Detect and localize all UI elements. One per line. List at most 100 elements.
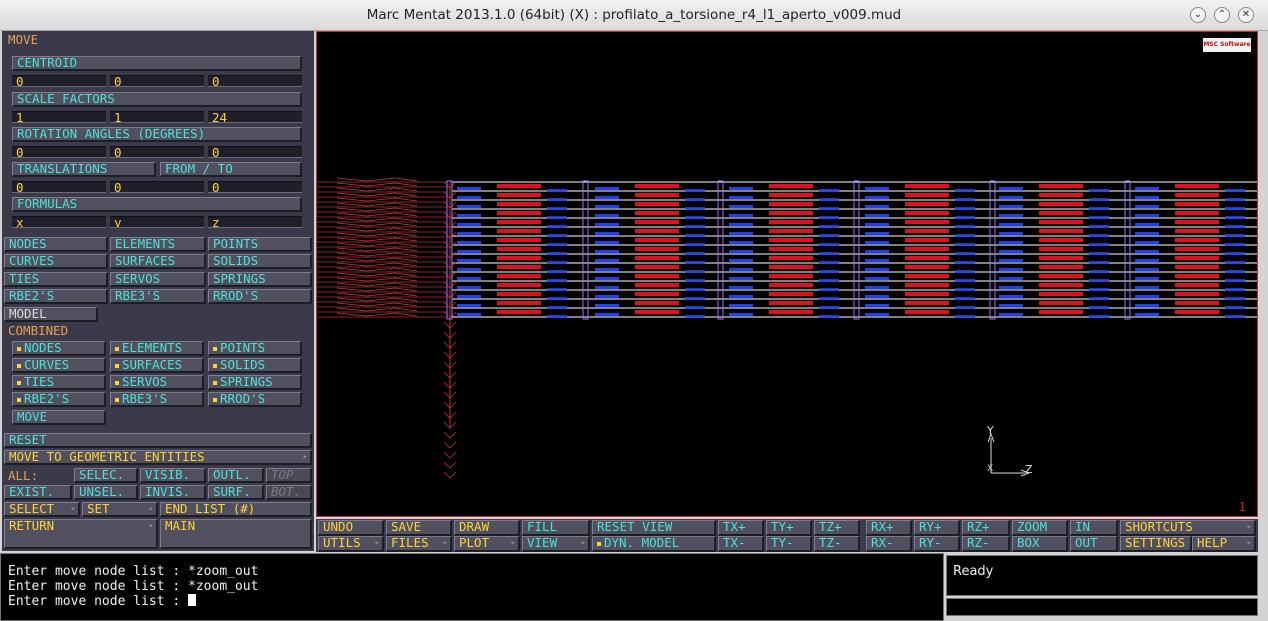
all-invisible-button[interactable]: INVIS. bbox=[140, 485, 206, 500]
shortcuts-button[interactable]: SHORTCUTS bbox=[1120, 520, 1256, 536]
centroid-x-field[interactable]: 0 bbox=[12, 75, 106, 87]
view-button[interactable]: VIEW bbox=[522, 536, 590, 552]
set-button[interactable]: SET bbox=[82, 502, 158, 517]
from-to-button[interactable]: FROM / TO bbox=[160, 162, 302, 177]
all-unselected-button[interactable]: UNSEL. bbox=[74, 485, 138, 500]
combined-curves-button[interactable]: CURVES bbox=[12, 358, 106, 373]
scale-y-field[interactable]: 1 bbox=[110, 111, 204, 123]
all-selected-button[interactable]: SELEC. bbox=[74, 468, 138, 483]
all-outline-button[interactable]: OUTL. bbox=[208, 468, 264, 483]
combined-solids-button[interactable]: SOLIDS bbox=[208, 358, 302, 373]
viewport-number: 1 bbox=[1238, 500, 1246, 514]
move-button[interactable]: MOVE bbox=[12, 410, 106, 425]
rotation-z-field[interactable]: 0 bbox=[208, 146, 302, 158]
elements-button[interactable]: ELEMENTS bbox=[110, 237, 206, 252]
main-button[interactable]: MAIN bbox=[160, 519, 312, 549]
formula-x-field[interactable]: x bbox=[12, 216, 106, 228]
rotation-angles-button[interactable]: ROTATION ANGLES (DEGREES) bbox=[12, 127, 302, 142]
console-line: Enter move node list : *zoom_out bbox=[8, 579, 259, 594]
rbe3s-button[interactable]: RBE3'S bbox=[110, 289, 206, 304]
command-console[interactable]: Enter move node list : *zoom_out Enter m… bbox=[0, 553, 944, 621]
rx-plus-button[interactable]: RX+ bbox=[866, 520, 912, 536]
rrods-button[interactable]: RROD'S bbox=[208, 289, 312, 304]
ties-button[interactable]: TIES bbox=[4, 272, 108, 287]
fill-button[interactable]: FILL bbox=[522, 520, 590, 536]
surfaces-button[interactable]: SURFACES bbox=[110, 254, 206, 269]
all-surface-button[interactable]: SURF. bbox=[208, 485, 264, 500]
formula-y-field[interactable]: y bbox=[110, 216, 204, 228]
centroid-z-field[interactable]: 0 bbox=[208, 75, 302, 87]
files-button[interactable]: FILES bbox=[386, 536, 452, 552]
plot-button[interactable]: PLOT bbox=[454, 536, 520, 552]
ry-minus-button[interactable]: RY- bbox=[914, 536, 960, 552]
model-mesh bbox=[317, 177, 1257, 479]
tz-minus-button[interactable]: TZ- bbox=[814, 536, 860, 552]
close-icon[interactable]: ✕ bbox=[1238, 7, 1254, 23]
undo-button[interactable]: UNDO bbox=[318, 520, 384, 536]
reset-view-button[interactable]: RESET VIEW bbox=[592, 520, 716, 536]
zoom-in-button[interactable]: IN bbox=[1070, 520, 1118, 536]
formula-z-field[interactable]: z bbox=[208, 216, 302, 228]
scale-x-field[interactable]: 1 bbox=[12, 111, 106, 123]
rx-minus-button[interactable]: RX- bbox=[866, 536, 912, 552]
centroid-button[interactable]: CENTROID bbox=[12, 56, 302, 71]
tz-plus-button[interactable]: TZ+ bbox=[814, 520, 860, 536]
rz-plus-button[interactable]: RZ+ bbox=[962, 520, 1010, 536]
springs-button[interactable]: SPRINGS bbox=[208, 272, 312, 287]
scale-factors-button[interactable]: SCALE FACTORS bbox=[12, 92, 302, 107]
minimize-icon[interactable]: ⌄ bbox=[1190, 7, 1206, 23]
rotation-y-field[interactable]: 0 bbox=[110, 146, 204, 158]
zoom-out-button[interactable]: OUT bbox=[1070, 536, 1118, 552]
combined-rbe2s-button[interactable]: RBE2'S bbox=[12, 392, 106, 407]
zoom-box-button-bottom[interactable]: BOX bbox=[1012, 536, 1068, 552]
combined-rbe3s-button[interactable]: RBE3'S bbox=[110, 392, 204, 407]
solids-button[interactable]: SOLIDS bbox=[208, 254, 312, 269]
rotation-x-field[interactable]: 0 bbox=[12, 146, 106, 158]
window-title: Marc Mentat 2013.1.0 (64bit) (X) : profi… bbox=[366, 7, 902, 23]
rz-minus-button[interactable]: RZ- bbox=[962, 536, 1010, 552]
translations-button[interactable]: TRANSLATIONS bbox=[12, 162, 156, 177]
ty-minus-button[interactable]: TY- bbox=[766, 536, 812, 552]
all-existing-button[interactable]: EXIST. bbox=[4, 485, 72, 500]
return-button[interactable]: RETURN bbox=[4, 519, 158, 549]
all-visible-button[interactable]: VISIB. bbox=[140, 468, 206, 483]
combined-nodes-button[interactable]: NODES bbox=[12, 341, 106, 356]
combined-rrods-button[interactable]: RROD'S bbox=[208, 392, 302, 407]
dyn-model-button[interactable]: DYN. MODEL bbox=[592, 536, 716, 552]
ry-plus-button[interactable]: RY+ bbox=[914, 520, 960, 536]
tx-plus-button[interactable]: TX+ bbox=[718, 520, 764, 536]
formulas-button[interactable]: FORMULAS bbox=[12, 197, 302, 212]
end-list-button[interactable]: END LIST (#) bbox=[160, 502, 312, 517]
reset-button[interactable]: RESET bbox=[4, 433, 312, 448]
nodes-button[interactable]: NODES bbox=[4, 237, 108, 252]
draw-button[interactable]: DRAW bbox=[454, 520, 520, 536]
zoom-box-button-top[interactable]: ZOOM bbox=[1012, 520, 1068, 536]
tx-minus-button[interactable]: TX- bbox=[718, 536, 764, 552]
select-button[interactable]: SELECT bbox=[4, 502, 80, 517]
translation-z-field[interactable]: 0 bbox=[208, 181, 302, 193]
translation-x-field[interactable]: 0 bbox=[12, 181, 106, 193]
points-button[interactable]: POINTS bbox=[208, 237, 312, 252]
command-input[interactable]: Enter move node list : bbox=[8, 594, 943, 609]
translation-y-field[interactable]: 0 bbox=[110, 181, 204, 193]
model-button[interactable]: MODEL bbox=[4, 307, 98, 322]
maximize-icon[interactable]: ⌃ bbox=[1214, 7, 1230, 23]
centroid-y-field[interactable]: 0 bbox=[110, 75, 204, 87]
save-button[interactable]: SAVE bbox=[386, 520, 452, 536]
combined-elements-button[interactable]: ELEMENTS bbox=[110, 341, 204, 356]
combined-springs-button[interactable]: SPRINGS bbox=[208, 375, 302, 390]
scale-z-field[interactable]: 24 bbox=[208, 111, 302, 123]
ty-plus-button[interactable]: TY+ bbox=[766, 520, 812, 536]
utils-button[interactable]: UTILS bbox=[318, 536, 384, 552]
rbe2s-button[interactable]: RBE2'S bbox=[4, 289, 108, 304]
help-button[interactable]: HELP bbox=[1192, 536, 1256, 552]
graphics-viewport[interactable]: MSC Software Y Z X 1 bbox=[316, 31, 1258, 517]
combined-surfaces-button[interactable]: SURFACES bbox=[110, 358, 204, 373]
combined-ties-button[interactable]: TIES bbox=[12, 375, 106, 390]
combined-points-button[interactable]: POINTS bbox=[208, 341, 302, 356]
move-to-geometric-entities-button[interactable]: MOVE TO GEOMETRIC ENTITIES bbox=[4, 450, 312, 465]
combined-servos-button[interactable]: SERVOS bbox=[110, 375, 204, 390]
settings-button[interactable]: SETTINGS bbox=[1120, 536, 1192, 552]
servos-button[interactable]: SERVOS bbox=[110, 272, 206, 287]
curves-button[interactable]: CURVES bbox=[4, 254, 108, 269]
